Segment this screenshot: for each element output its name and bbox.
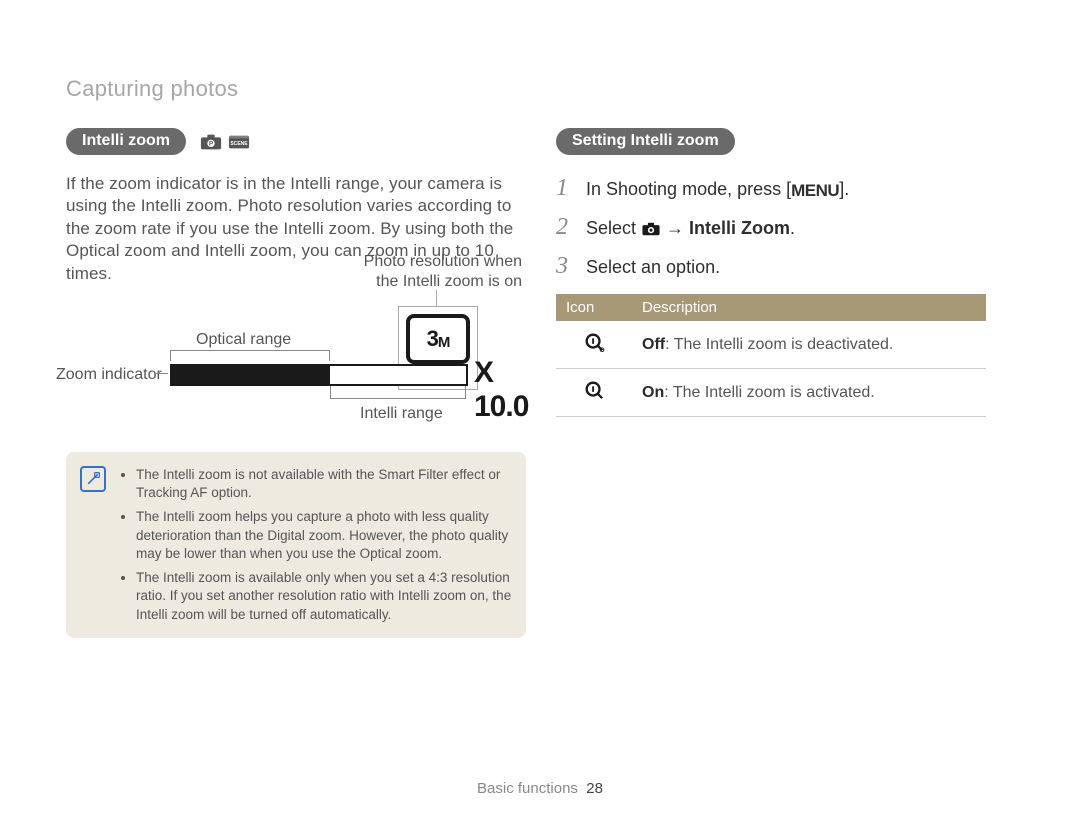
note-box: The Intelli zoom is not available with t…: [66, 452, 526, 638]
page-footer: Basic functions 28: [0, 780, 1080, 797]
zoom-bar: [170, 364, 468, 386]
mode-icons: P SCENE: [200, 133, 250, 151]
label-zoom-indicator: Zoom indicator: [56, 365, 162, 385]
label-intelli-range: Intelli range: [360, 404, 443, 424]
note-icon: [80, 466, 106, 492]
step-2-arrow: →: [661, 218, 689, 238]
footer-section: Basic functions: [477, 780, 578, 797]
step-1-text-pre: In Shooting mode, press [: [586, 179, 791, 199]
zoom-diagram: Photo resolution when the Intelli zoom i…: [66, 252, 526, 432]
options-table: Icon Description OFF: [556, 294, 986, 417]
resolution-badge: 3M: [406, 314, 470, 364]
zoom-multiplier: X 10.0: [474, 356, 528, 424]
breadcrumb: Capturing photos: [66, 76, 238, 102]
svg-text:P: P: [209, 140, 214, 147]
note-item: The Intelli zoom is available only when …: [136, 569, 512, 624]
step-2-text-post: .: [790, 218, 795, 238]
intelli-off-icon: OFF: [583, 340, 605, 357]
step-number: 3: [556, 253, 574, 280]
svg-text:OFF: OFF: [600, 347, 606, 353]
step-number: 2: [556, 214, 574, 241]
step-2-text-pre: Select: [586, 218, 641, 238]
label-photo-resolution: Photo resolution when the Intelli zoom i…: [362, 252, 522, 292]
resolution-value: 3: [427, 326, 438, 351]
section-pill-setting-intelli-zoom: Setting Intelli zoom: [556, 128, 735, 155]
option-on-text: : The Intelli zoom is activated.: [664, 384, 874, 401]
step-2-bold: Intelli Zoom: [689, 218, 790, 238]
camera-icon: [641, 222, 661, 236]
step-number: 1: [556, 175, 574, 202]
step-3: 3 Select an option.: [556, 253, 1016, 280]
camera-p-icon: P: [200, 133, 222, 151]
option-on-bold: On: [642, 384, 664, 401]
table-head-icon: Icon: [556, 294, 632, 321]
option-off-bold: Off: [642, 336, 665, 353]
step-3-text: Select an option.: [586, 257, 720, 278]
note-item: The Intelli zoom helps you capture a pho…: [136, 508, 512, 563]
footer-page-number: 28: [586, 780, 603, 797]
table-head-description: Description: [632, 294, 986, 321]
option-off-text: : The Intelli zoom is deactivated.: [665, 336, 893, 353]
note-item: The Intelli zoom is not available with t…: [136, 466, 512, 502]
svg-text:SCENE: SCENE: [230, 141, 248, 147]
table-row: OFF Off: The Intelli zoom is deactivated…: [556, 321, 986, 369]
resolution-suffix: M: [438, 334, 450, 351]
step-1: 1 In Shooting mode, press [MENU].: [556, 175, 1016, 202]
intelli-on-icon: [583, 388, 605, 405]
step-1-text-post: ].: [839, 179, 849, 199]
table-row: On: The Intelli zoom is activated.: [556, 369, 986, 417]
right-column: Setting Intelli zoom 1 In Shooting mode,…: [556, 128, 1016, 417]
step-2: 2 Select → Intelli Zoom.: [556, 214, 1016, 241]
scene-icon: SCENE: [228, 133, 250, 151]
section-pill-intelli-zoom: Intelli zoom: [66, 128, 186, 155]
label-optical-range: Optical range: [196, 330, 291, 350]
menu-glyph: MENU: [791, 181, 839, 201]
